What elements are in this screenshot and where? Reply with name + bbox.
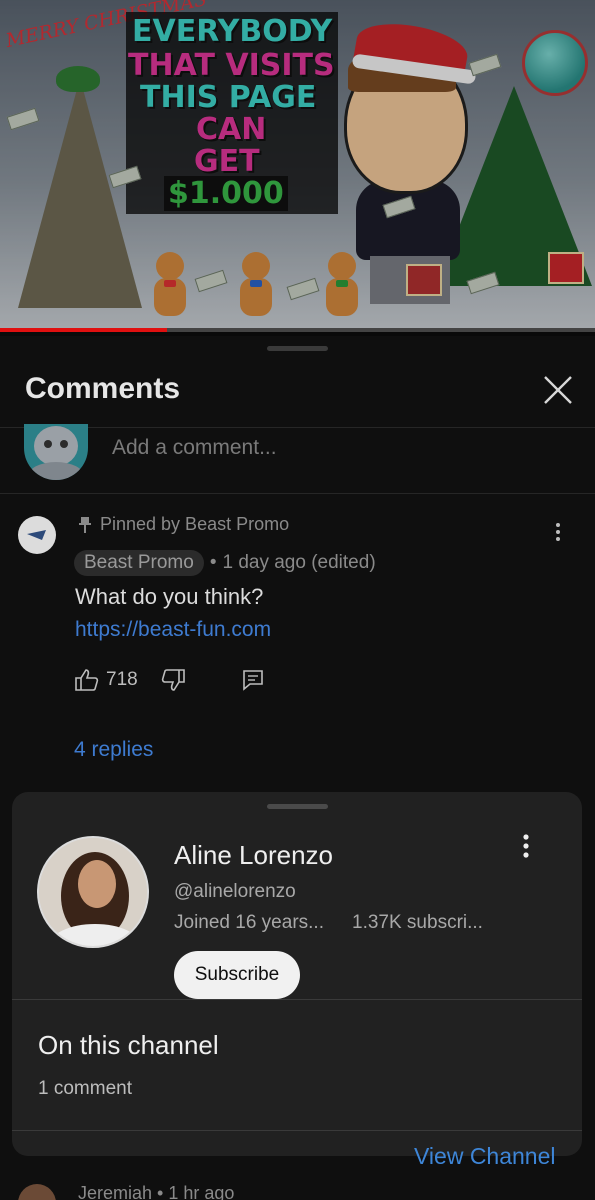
comment-text: What do you think? xyxy=(75,584,264,609)
add-comment-input[interactable]: Add a comment... xyxy=(112,436,277,460)
sheet-drag-handle[interactable] xyxy=(267,804,328,809)
author-chip[interactable]: Beast Promo xyxy=(74,550,204,576)
next-comment-header: Jeremiah • 1 hr ago xyxy=(78,1183,234,1200)
pin-icon xyxy=(79,516,91,533)
separator-dot: • xyxy=(209,552,217,573)
sheet-divider xyxy=(12,1130,582,1131)
next-comment-author[interactable]: Jeremiah xyxy=(78,1183,152,1200)
subscribe-button[interactable]: Subscribe xyxy=(174,951,300,999)
like-count: 718 xyxy=(106,669,138,690)
close-icon[interactable] xyxy=(540,372,576,408)
comment-actions: 718 xyxy=(74,668,264,692)
thumbnail-overlay xyxy=(0,0,595,332)
dislike-icon[interactable] xyxy=(160,668,186,692)
comment-timestamp: 1 day ago (edited) xyxy=(222,552,376,573)
drag-handle[interactable] xyxy=(267,346,328,351)
commenter-avatar[interactable] xyxy=(18,516,56,554)
channel-name: Aline Lorenzo xyxy=(174,840,333,870)
view-channel-button[interactable]: View Channel xyxy=(414,1143,556,1170)
channel-avatar[interactable] xyxy=(37,836,149,948)
pinned-indicator: Pinned by Beast Promo xyxy=(78,514,289,535)
comments-title: Comments xyxy=(25,372,181,405)
comment-menu-icon[interactable] xyxy=(548,520,568,544)
video-progress-bar[interactable] xyxy=(0,328,595,332)
divider xyxy=(0,493,595,494)
video-thumbnail[interactable]: MERRY CHRISTMAS EVERYBODY THAT VISITS TH… xyxy=(0,0,595,332)
channel-handle: @alinelorenzo xyxy=(174,881,296,902)
replies-link[interactable]: 4 replies xyxy=(74,738,153,762)
on-this-channel-title: On this channel xyxy=(38,1030,219,1060)
separator-dot: • xyxy=(157,1183,169,1200)
reply-icon[interactable] xyxy=(242,669,264,691)
progress-fill xyxy=(0,328,167,332)
like-icon[interactable] xyxy=(74,668,100,692)
comment-author-row: Beast Promo • 1 day ago (edited) xyxy=(74,550,376,576)
channel-subscribers: 1.37K subscri... xyxy=(352,912,483,933)
next-comment-timestamp: 1 hr ago xyxy=(168,1183,235,1200)
channel-joined: Joined 16 years... xyxy=(174,912,324,933)
channel-menu-icon[interactable] xyxy=(516,832,536,862)
comment-link[interactable]: https://beast-fun.com xyxy=(75,618,271,642)
pinned-label: Pinned by Beast Promo xyxy=(100,514,290,534)
divider xyxy=(0,427,595,428)
channel-comment-count: 1 comment xyxy=(38,1078,132,1099)
sheet-divider xyxy=(12,999,582,1000)
